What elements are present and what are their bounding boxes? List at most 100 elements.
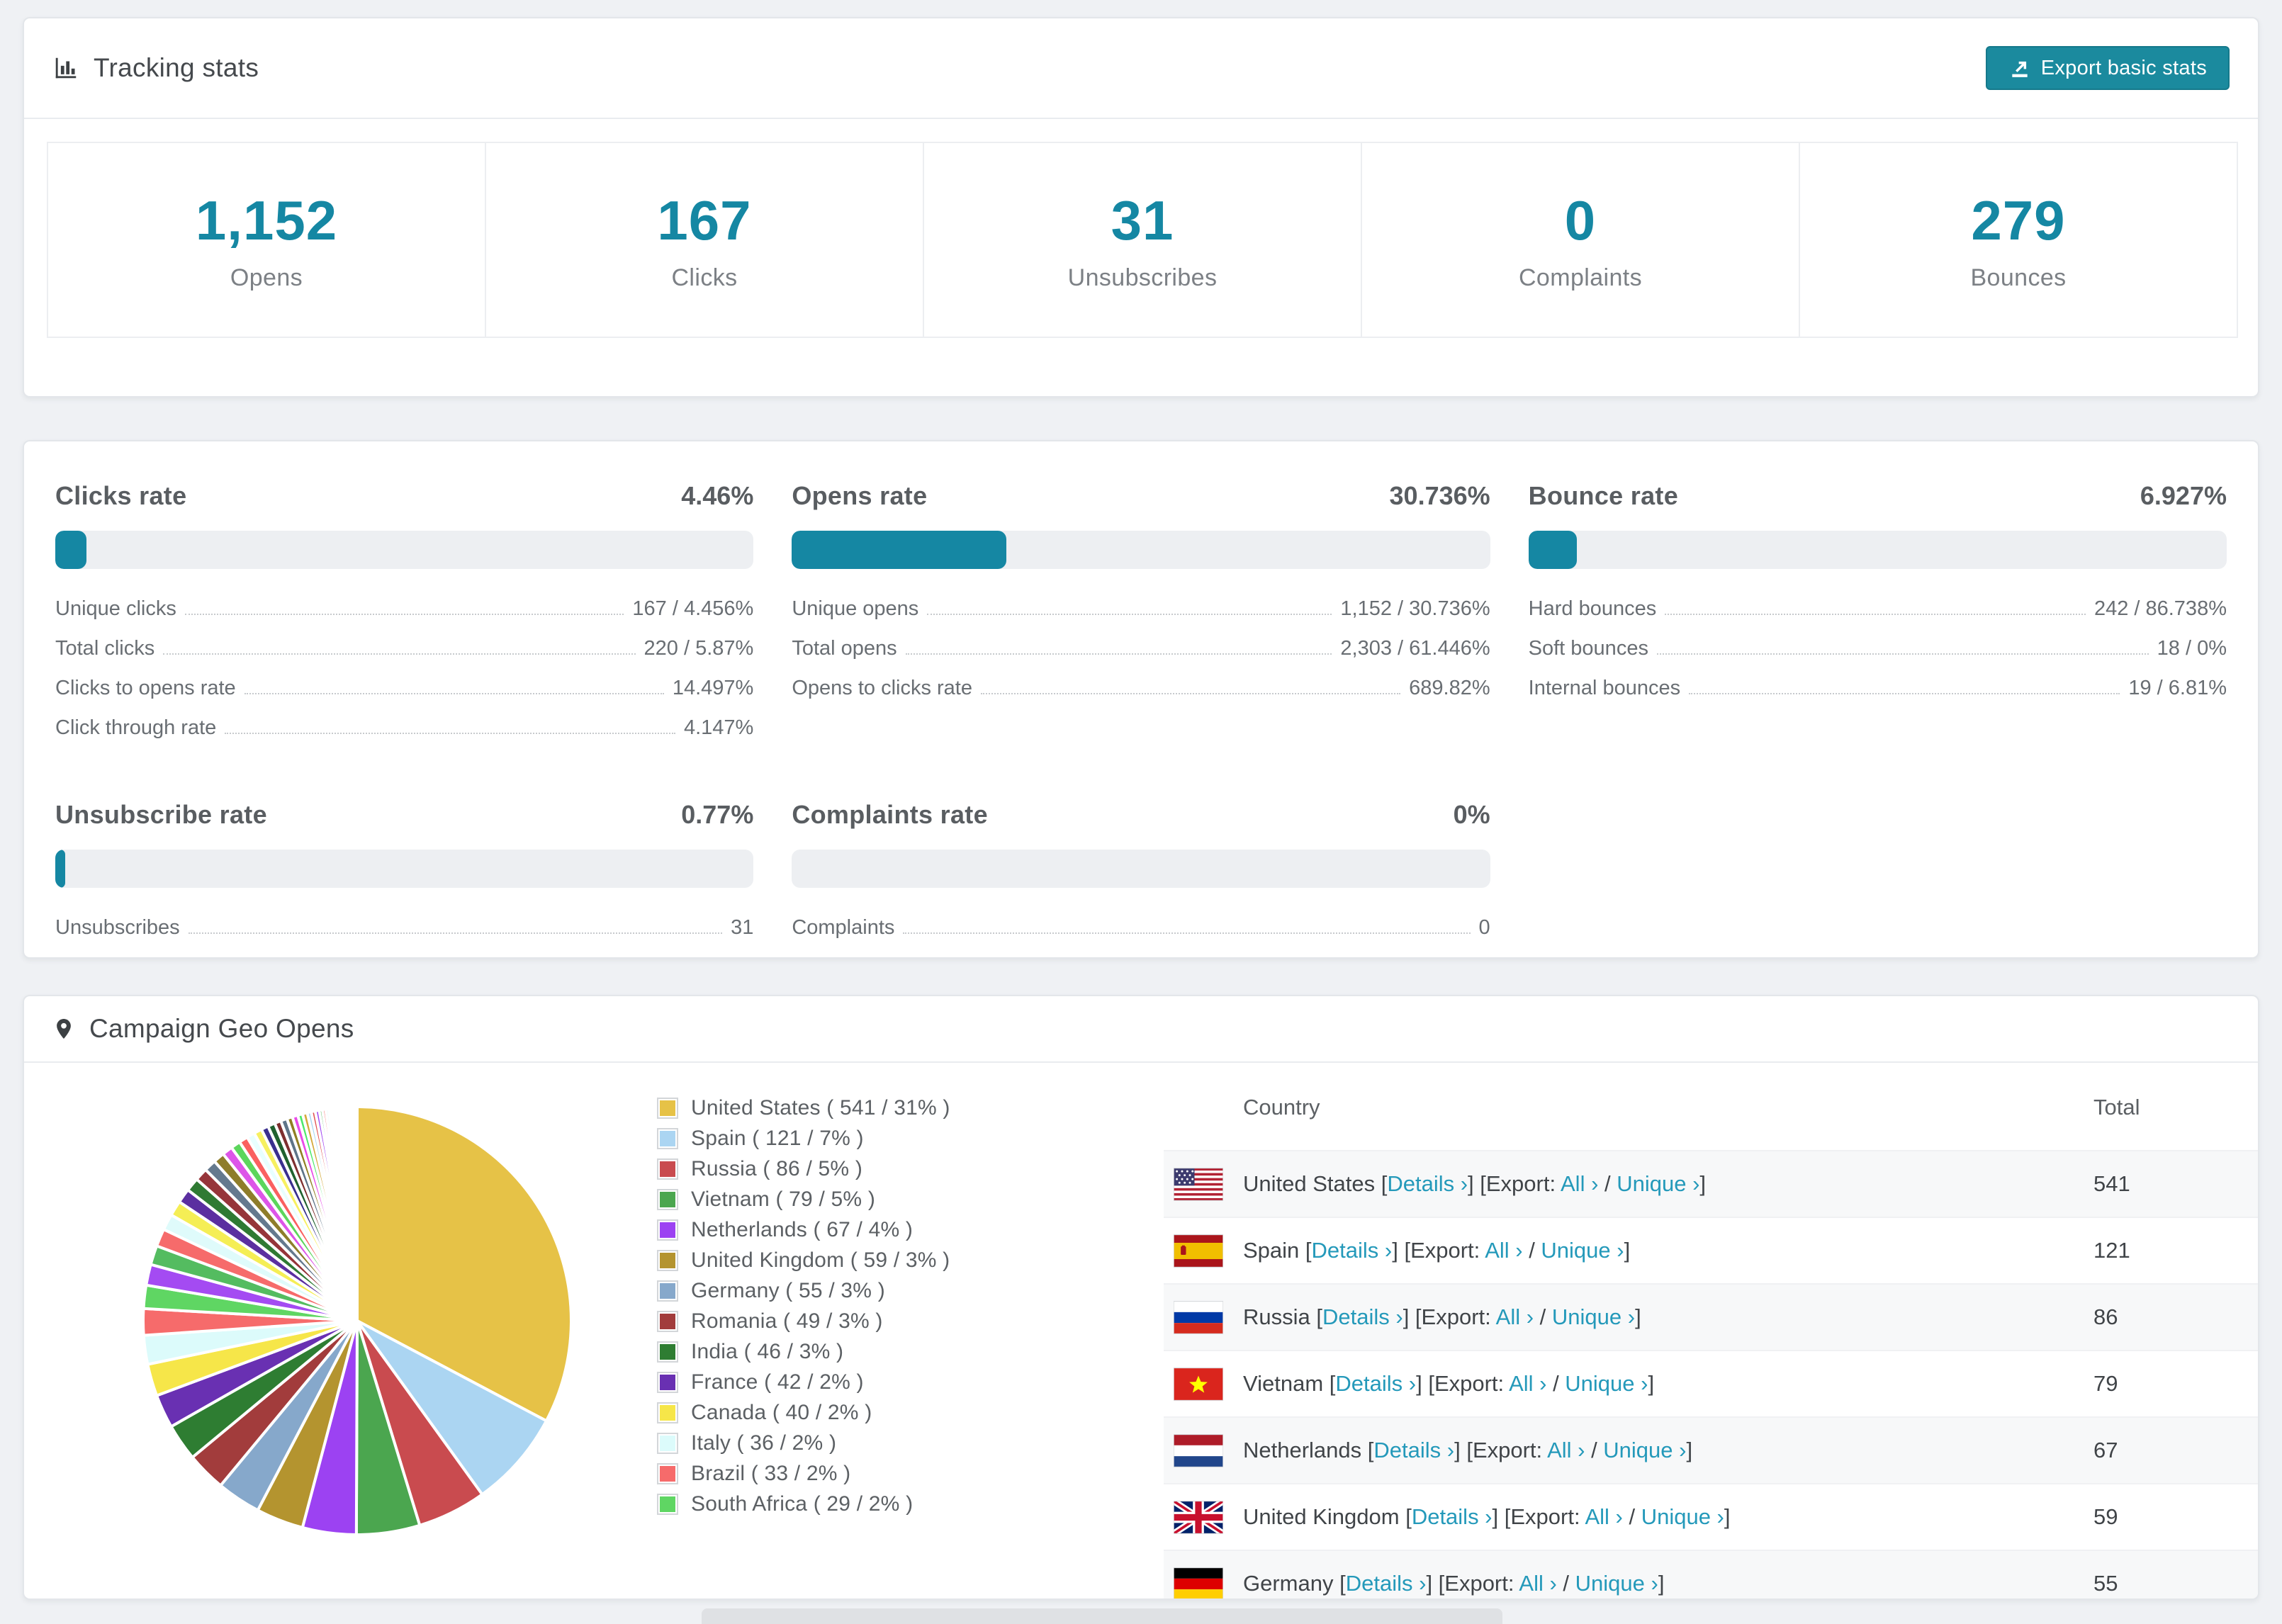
details-link[interactable]: Details ›	[1387, 1171, 1468, 1196]
metric-value: 689.82%	[1409, 677, 1490, 699]
legend-swatch-color	[660, 1343, 675, 1360]
details-link[interactable]: Details ›	[1335, 1371, 1416, 1396]
bracket-text: ] [Export:	[1403, 1304, 1496, 1329]
geo-total-cell: 541	[2093, 1171, 2130, 1196]
export-unique-link[interactable]: Unique ›	[1603, 1438, 1686, 1462]
legend-label: Italy ( 36 / 2% )	[691, 1431, 837, 1455]
complaints-rate-value: 0%	[1453, 800, 1490, 829]
geo-total-cell: 55	[2093, 1571, 2118, 1596]
export-basic-stats-button[interactable]: Export basic stats	[1985, 46, 2230, 90]
unsubscribe-rate-title: Unsubscribe rate	[55, 800, 267, 829]
details-link[interactable]: Details ›	[1322, 1304, 1403, 1329]
export-unique-link[interactable]: Unique ›	[1641, 1504, 1724, 1529]
metric-value: 14.497%	[672, 677, 754, 699]
bracket-text: ] [Export:	[1392, 1238, 1485, 1263]
details-link[interactable]: Details ›	[1373, 1438, 1454, 1462]
campaign-geo-opens-header: Campaign Geo Opens	[24, 996, 2258, 1063]
clicks-rate-progressbar	[55, 531, 754, 569]
bracket-text: ]	[1624, 1238, 1631, 1263]
bounce-rate-progressbar	[1528, 531, 2227, 569]
geo-total-cell: 67	[2093, 1438, 2118, 1462]
nl-flag-icon	[1174, 1433, 1223, 1467]
bracket-text: ] [Export:	[1454, 1438, 1548, 1462]
legend-label: France ( 42 / 2% )	[691, 1370, 864, 1394]
bar-chart-icon	[55, 57, 77, 79]
geo-country-cell: Russia [Details ›] [Export: All › / Uniq…	[1223, 1304, 2093, 1330]
metric-label: Click through rate	[55, 716, 217, 739]
metric-value: 18 / 0%	[2157, 637, 2227, 660]
details-link[interactable]: Details ›	[1412, 1504, 1493, 1529]
legend-swatch-united-kingdom	[657, 1249, 678, 1271]
slash-text: /	[1585, 1438, 1604, 1462]
bracket-text: ] [Export:	[1416, 1371, 1510, 1396]
tracking-stats-header: Tracking stats Export basic stats	[24, 18, 2258, 119]
geo-pie-chart[interactable]	[136, 1100, 578, 1542]
geo-country-cell: Germany [Details ›] [Export: All › / Uni…	[1223, 1571, 2093, 1596]
legend-swatch-india	[657, 1341, 678, 1363]
export-all-link[interactable]: All ›	[1519, 1571, 1556, 1596]
metric-value: 242 / 86.738%	[2093, 597, 2227, 620]
metric-row-complaints: Complaints 0	[792, 916, 1490, 940]
slash-text: /	[1598, 1171, 1617, 1196]
complaints-rate-title: Complaints rate	[792, 800, 988, 829]
stat-value: 31	[1111, 188, 1174, 252]
metric-label: Unsubscribes	[55, 916, 180, 939]
dotted-leader	[1665, 614, 2086, 615]
campaign-geo-opens-card: Campaign Geo Opens United States ( 541 /…	[23, 995, 2259, 1600]
metric-value: 220 / 5.87%	[643, 637, 754, 660]
metric-row-total-opens: Total opens 2,303 / 61.446%	[792, 637, 1490, 660]
legend-item-romania: Romania ( 49 / 3% )	[657, 1306, 950, 1336]
legend-label: United Kingdom ( 59 / 3% )	[691, 1248, 950, 1272]
pie-slice-other[interactable]	[354, 1105, 359, 1321]
legend-swatch-romania	[657, 1310, 678, 1332]
geo-country-name: United States	[1243, 1171, 1381, 1196]
export-unique-link[interactable]: Unique ›	[1552, 1304, 1635, 1329]
details-link[interactable]: Details ›	[1346, 1571, 1427, 1596]
legend-item-united-states: United States ( 541 / 31% )	[657, 1093, 950, 1123]
export-all-link[interactable]: All ›	[1561, 1171, 1598, 1196]
slash-text: /	[1622, 1504, 1641, 1529]
stat-value: 167	[657, 188, 752, 252]
geo-table-row-united-states: United States [Details ›] [Export: All ›…	[1164, 1150, 2258, 1217]
export-unique-link[interactable]: Unique ›	[1565, 1371, 1648, 1396]
bounce-rate-value: 6.927%	[2140, 481, 2227, 510]
bracket-text: ] [Export:	[1492, 1504, 1585, 1529]
export-all-link[interactable]: All ›	[1547, 1438, 1585, 1462]
opens-rate-title: Opens rate	[792, 481, 928, 510]
legend-swatch-color	[660, 1435, 675, 1451]
dotted-leader	[980, 693, 1401, 694]
legend-item-italy: Italy ( 36 / 2% )	[657, 1428, 950, 1458]
export-all-link[interactable]: All ›	[1485, 1238, 1522, 1263]
export-unique-link[interactable]: Unique ›	[1541, 1238, 1624, 1263]
metric-label: Internal bounces	[1528, 677, 1681, 699]
metric-row-opens-to-clicks-rate: Opens to clicks rate 689.82%	[792, 677, 1490, 700]
legend-label: United States ( 541 / 31% )	[691, 1095, 950, 1120]
legend-swatch-color	[660, 1496, 675, 1512]
export-all-link[interactable]: All ›	[1509, 1371, 1546, 1396]
export-all-link[interactable]: All ›	[1585, 1504, 1622, 1529]
legend-swatch-vietnam	[657, 1188, 678, 1210]
bounce-rate-progress-fill	[1528, 531, 1577, 569]
complaints-rate-block: Complaints rate 0% Complaints 0	[792, 800, 1490, 956]
export-unique-link[interactable]: Unique ›	[1575, 1571, 1658, 1596]
details-link[interactable]: Details ›	[1312, 1238, 1393, 1263]
rates-card: Clicks rate 4.46% Unique clicks 167 / 4.4…	[23, 440, 2259, 959]
geo-country-cell: Vietnam [Details ›] [Export: All › / Uni…	[1223, 1371, 2093, 1397]
metric-label: Hard bounces	[1528, 597, 1657, 620]
export-basic-stats-label: Export basic stats	[2040, 56, 2207, 79]
stat-box-bounces: 279 Bounces	[1799, 142, 2238, 338]
metric-row-soft-bounces: Soft bounces 18 / 0%	[1529, 637, 2227, 660]
opens-rate-progress-fill	[792, 531, 1007, 569]
legend-swatch-color	[660, 1252, 675, 1268]
export-all-link[interactable]: All ›	[1496, 1304, 1534, 1329]
metric-value: 1,152 / 30.736%	[1340, 597, 1490, 620]
geo-country-name: Germany	[1243, 1571, 1340, 1596]
stat-box-clicks: 167 Clicks	[485, 142, 924, 338]
stat-value: 0	[1564, 188, 1597, 252]
geo-total-cell: 121	[2093, 1238, 2130, 1263]
legend-item-france: France ( 42 / 2% )	[657, 1367, 950, 1397]
legend-label: Spain ( 121 / 7% )	[691, 1126, 864, 1150]
export-unique-link[interactable]: Unique ›	[1617, 1171, 1699, 1196]
legend-swatch-color	[660, 1282, 675, 1299]
geo-table-row-vietnam: Vietnam [Details ›] [Export: All › / Uni…	[1164, 1350, 2258, 1416]
